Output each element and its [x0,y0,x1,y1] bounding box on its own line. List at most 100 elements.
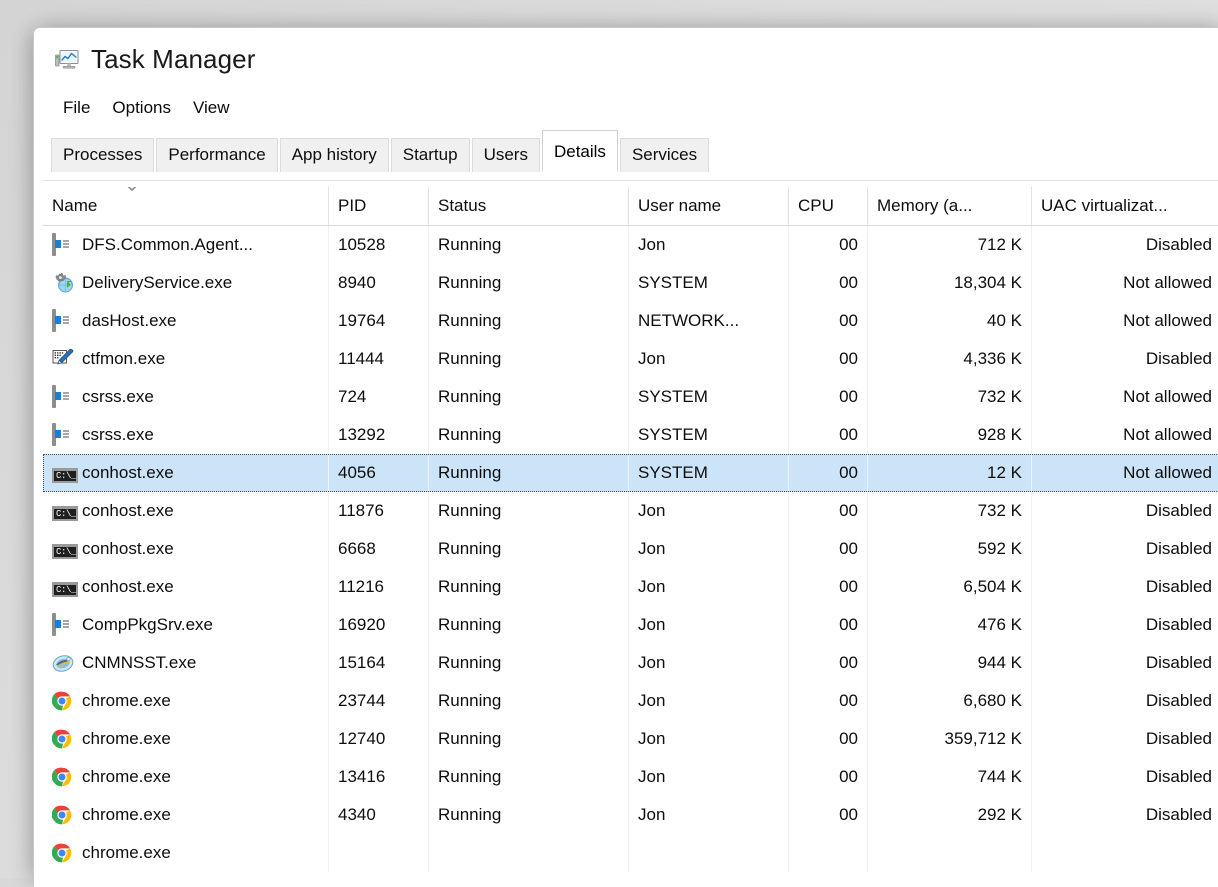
gear-globe-icon [52,272,74,293]
cell-status: Running [428,378,628,416]
table-row[interactable]: chrome.exe 4340 Running Jon 00 292 K Disabled [43,796,1218,834]
cell-user: Jon [628,568,788,606]
cell-status: Running [428,720,628,758]
column-header-cpu-label: CPU [798,196,834,215]
cell-cpu: 00 [788,644,867,682]
table-row[interactable]: csrss.exe 13292 Running SYSTEM 00 928 K Not al… [43,416,1218,454]
table-row[interactable]: CompPkgSrv.exe 16920 Running Jon 00 476 K Disa… [43,606,1218,644]
table-row[interactable]: ctfmon.exe 11444 Running Jon 00 4,336 K Disabl… [43,340,1218,378]
window-doc-icon [52,385,74,408]
cell-uac: Disabled [1031,644,1218,682]
cell-status: Running [428,302,628,340]
cell-memory [867,834,1031,872]
table-row[interactable]: C:\_ conhost.exe 6668 Running Jon 00 592 K Disa… [43,530,1218,568]
tab-app-history[interactable]: App history [279,138,389,172]
cell-cpu: 00 [788,758,867,796]
cell-memory: 359,712 K [867,720,1031,758]
column-header-memory[interactable]: Memory (a... [867,187,1031,225]
chrome-icon [51,843,74,863]
tab-services[interactable]: Services [619,138,710,172]
cell-cpu: 00 [788,720,867,758]
cell-pid: 4056 [328,454,428,492]
cell-cpu: 00 [788,302,867,340]
chrome-icon [51,691,74,711]
tab-processes[interactable]: Processes [51,138,155,172]
process-name-label: DFS.Common.Agent... [82,235,254,254]
column-header-uac-virtualization[interactable]: UAC virtualizat... [1031,187,1218,225]
column-header-cpu[interactable]: CPU [788,187,867,225]
console-icon: C:\_ [52,539,79,559]
menu-view[interactable]: View [182,96,241,120]
table-row[interactable]: CNMNSST.exe 15164 Running Jon 00 944 K Disable… [43,644,1218,682]
column-header-user-name[interactable]: User name [628,187,788,225]
tab-startup[interactable]: Startup [390,138,470,172]
cell-name: CompPkgSrv.exe [43,606,328,644]
cell-uac: Not allowed [1031,378,1218,416]
cell-uac: Not allowed [1031,302,1218,340]
cell-cpu [788,834,867,872]
cell-pid [328,834,428,872]
process-name-label: chrome.exe [82,767,171,786]
table-row[interactable]: C:\_ conhost.exe 4056 Running SYSTEM 00 12 K No… [43,454,1218,492]
tab-users[interactable]: Users [471,138,540,172]
table-row[interactable]: csrss.exe 724 Running SYSTEM 00 732 K Not allo… [43,378,1218,416]
window-doc-icon [52,613,74,636]
window-doc-glyph [52,233,56,256]
table-row[interactable]: chrome.exe 23744 Running Jon 00 6,680 K Disabl… [43,682,1218,720]
window-doc-icon [52,233,74,256]
table-row[interactable]: chrome.exe 13416 Running Jon 00 744 K Disabled [43,758,1218,796]
table-row[interactable]: dasHost.exe 19764 Running NETWORK... 00 40 KN… [43,302,1218,340]
table-row[interactable]: C:\_ conhost.exe 11876 Running Jon 00 732 K Dis… [43,492,1218,530]
cell-uac: Disabled [1031,720,1218,758]
process-list[interactable]: DFS.Common.Agent... 10528 Running Jon 00 712 … [43,226,1218,872]
table-row[interactable]: DFS.Common.Agent... 10528 Running Jon 00 712 … [43,226,1218,264]
cell-name: ctfmon.exe [43,340,328,378]
table-row[interactable]: DeliveryService.exe 8940 Running SYSTEM 00 18… [43,264,1218,302]
cell-name: chrome.exe [43,758,328,796]
cell-uac: Not allowed [1031,454,1218,492]
cell-user: Jon [628,644,788,682]
console-icon: C:\_ [52,501,79,521]
cell-memory: 732 K [867,378,1031,416]
window-doc-glyph [52,613,56,636]
table-row[interactable]: C:\_ conhost.exe 11216 Running Jon 00 6,504 KD… [43,568,1218,606]
cell-cpu: 00 [788,416,867,454]
task-manager-icon [54,47,80,71]
tab-performance[interactable]: Performance [156,138,278,172]
cell-uac: Disabled [1031,226,1218,264]
process-name-label: CNMNSST.exe [82,653,197,672]
cell-uac: Disabled [1031,530,1218,568]
cell-status: Running [428,758,628,796]
cell-uac: Disabled [1031,796,1218,834]
cell-cpu: 00 [788,606,867,644]
cell-name: chrome.exe [43,834,328,872]
cell-pid: 15164 [328,644,428,682]
cell-pid: 11216 [328,568,428,606]
process-name-label: csrss.exe [82,387,154,406]
cell-name: C:\_ conhost.exe [43,454,328,492]
window-doc-glyph [52,309,56,332]
column-header-name[interactable]: Name [43,187,328,225]
cell-status: Running [428,644,628,682]
cell-memory: 40 K [867,302,1031,340]
process-name-label: conhost.exe [82,539,174,558]
window-doc-glyph [52,385,56,408]
column-header-status[interactable]: Status [428,187,628,225]
cell-memory: 928 K [867,416,1031,454]
menu-options[interactable]: Options [101,96,182,120]
column-header-pid[interactable]: PID [328,187,428,225]
menu-file[interactable]: File [52,96,101,120]
cell-pid: 16920 [328,606,428,644]
task-manager-window: Task Manager File Options View Processes… [33,27,1218,887]
cell-status: Running [428,530,628,568]
cell-pid: 4340 [328,796,428,834]
tab-details[interactable]: Details [541,130,618,172]
table-row[interactable]: chrome.exe [43,834,1218,872]
window-title: Task Manager [91,44,256,74]
cell-memory: 292 K [867,796,1031,834]
table-row[interactable]: chrome.exe 12740 Running Jon 00 359,712 K Disa… [43,720,1218,758]
cell-status: Running [428,682,628,720]
process-name-label: chrome.exe [82,805,171,824]
cell-uac: Disabled [1031,492,1218,530]
process-name-label: ctfmon.exe [82,349,166,368]
